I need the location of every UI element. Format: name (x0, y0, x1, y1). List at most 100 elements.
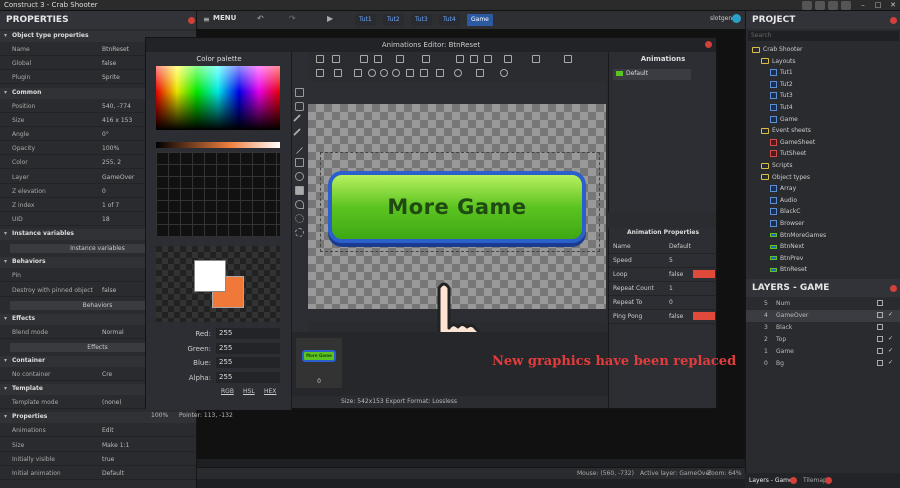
property-value[interactable]: (none) (102, 399, 122, 406)
tab-layers[interactable]: Layers - Game (749, 477, 793, 484)
search-input[interactable]: Search (748, 31, 899, 41)
tab-tilemap[interactable]: Tilemap (803, 477, 827, 484)
tree-item[interactable]: Browser (770, 220, 804, 231)
menu-icon[interactable]: ≡ (203, 15, 210, 24)
undo-icon[interactable] (396, 55, 404, 63)
paste-icon[interactable] (484, 55, 492, 63)
tree-item[interactable]: Array (770, 185, 796, 196)
save-icon[interactable] (360, 55, 368, 63)
property-value[interactable]: 416 x 153 (102, 117, 132, 124)
lock-icon[interactable] (877, 312, 883, 318)
property-value[interactable]: 255, 2 (102, 159, 121, 166)
tree-item[interactable]: Layouts (761, 58, 796, 69)
user-name[interactable]: slotgen (710, 15, 732, 22)
tree-item[interactable]: Tut1 (770, 69, 793, 80)
property-value[interactable]: 18 (102, 216, 110, 223)
rotate-canvas-icon[interactable] (316, 69, 324, 77)
animation-item-default[interactable]: Default (613, 69, 691, 80)
layer-row[interactable]: 3 Black (746, 322, 900, 334)
tab-tut4[interactable]: Tut4 (439, 14, 460, 26)
flip-icon[interactable] (504, 55, 512, 63)
new-icon[interactable] (316, 55, 324, 63)
tree-item[interactable]: Scripts (761, 162, 793, 173)
tree-item[interactable]: Tut2 (770, 80, 793, 92)
close-panel-icon[interactable] (188, 17, 195, 24)
ellipse-icon[interactable] (295, 172, 304, 181)
tab-tut3[interactable]: Tut3 (411, 14, 432, 26)
close-panel-icon[interactable] (890, 285, 897, 292)
anim-property-value[interactable]: false (669, 313, 683, 320)
layer-row[interactable]: 0 Bg ✓ (746, 358, 900, 370)
property-value[interactable]: 0° (102, 131, 109, 138)
select-icon[interactable] (295, 88, 304, 97)
rectangle-icon[interactable] (295, 158, 304, 167)
lock-icon[interactable] (877, 360, 883, 366)
redo-icon[interactable] (422, 55, 430, 63)
property-value[interactable]: 0 (102, 188, 106, 195)
origin-icon[interactable] (295, 214, 304, 223)
brush-icon[interactable] (293, 128, 306, 141)
lock-icon[interactable] (877, 348, 883, 354)
resize-icon[interactable] (354, 69, 362, 77)
tree-item[interactable]: Tut3 (770, 92, 793, 103)
tree-item[interactable]: BtnNext (770, 243, 804, 254)
close-icon[interactable]: ✕ (886, 0, 900, 11)
collapse-icon[interactable]: ▾ (4, 315, 7, 322)
rgb-input[interactable]: 255 (216, 328, 280, 339)
fit-icon[interactable] (406, 69, 414, 77)
eraser-icon[interactable] (295, 102, 304, 111)
anim-property-value[interactable]: 0 (669, 299, 673, 306)
saved-colors-grid[interactable] (156, 152, 280, 236)
property-value[interactable]: false (102, 287, 116, 294)
tree-item[interactable]: BlackC (770, 208, 800, 219)
tree-item[interactable]: Audio (770, 196, 797, 208)
property-value[interactable]: Default (102, 470, 124, 477)
boolean-toggle[interactable] (693, 270, 715, 278)
preview-icon[interactable] (500, 69, 508, 77)
frame-item[interactable]: More Game 0 (296, 338, 342, 388)
tree-item[interactable]: TutSheet (770, 150, 806, 161)
rgb-input[interactable]: 255 (216, 342, 280, 354)
lock-icon[interactable] (877, 300, 883, 306)
visibility-check-icon[interactable]: ✓ (888, 359, 893, 366)
mode-hex[interactable]: HEX (264, 388, 276, 395)
copy-icon[interactable] (470, 55, 478, 63)
visibility-check-icon[interactable]: ✓ (888, 335, 893, 342)
rotate-icon[interactable] (564, 55, 572, 63)
tab-tut2[interactable]: Tut2 (383, 14, 404, 26)
play-icon[interactable]: ▶ (327, 14, 333, 23)
collapse-icon[interactable]: ▾ (4, 258, 7, 265)
visibility-check-icon[interactable]: ✓ (888, 311, 893, 318)
window-icon[interactable] (828, 1, 838, 10)
collapse-icon[interactable]: ▾ (4, 230, 7, 237)
boolean-toggle[interactable] (693, 312, 715, 320)
close-panel-icon[interactable] (890, 17, 897, 24)
window-icon[interactable] (815, 1, 825, 10)
collapse-icon[interactable]: ▾ (4, 32, 7, 39)
tree-item[interactable]: Crab Shooter (752, 46, 803, 57)
property-value[interactable]: 1 of 7 (102, 202, 119, 209)
rgb-input[interactable]: 255 (216, 371, 280, 383)
undo-icon[interactable]: ↶ (257, 14, 264, 23)
window-icon[interactable] (802, 1, 812, 10)
minimize-icon[interactable]: – (856, 0, 870, 11)
rgb-input[interactable]: 255 (216, 357, 280, 368)
zoom-reset-icon[interactable] (392, 69, 400, 77)
property-value[interactable]: Normal (102, 329, 124, 336)
property-value[interactable]: false (102, 60, 116, 67)
menu-button[interactable]: MENU (213, 14, 236, 22)
lock-icon[interactable] (877, 336, 883, 342)
grid-icon[interactable] (420, 69, 428, 77)
close-tab-icon[interactable] (825, 477, 832, 484)
mode-hsl[interactable]: HSL (243, 388, 255, 395)
property-value[interactable]: GameOver (102, 174, 134, 181)
mode-rgb[interactable]: RGB (221, 388, 234, 395)
close-tab-icon[interactable] (790, 477, 797, 484)
pencil-icon[interactable] (293, 114, 306, 127)
close-dialog-button[interactable] (705, 41, 712, 48)
background-icon[interactable] (454, 69, 462, 77)
brightness-slider[interactable] (156, 142, 280, 148)
anim-property-value[interactable]: false (669, 271, 683, 278)
line-icon[interactable] (295, 146, 304, 155)
color-picker-icon[interactable] (295, 200, 304, 209)
